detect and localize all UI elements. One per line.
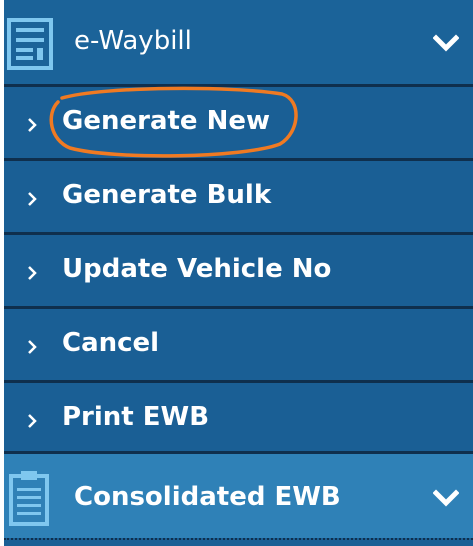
document-list-icon xyxy=(7,18,53,70)
e-waybill-menu-header[interactable]: e-Waybill xyxy=(4,0,473,84)
menu-item-generate-new[interactable]: Generate New xyxy=(4,87,473,158)
menu-item-label: Generate Bulk xyxy=(62,180,272,210)
chevron-down-icon[interactable] xyxy=(433,489,459,507)
e-waybill-title: e-Waybill xyxy=(74,26,192,56)
menu-item-cancel[interactable]: Cancel xyxy=(4,309,473,380)
menu-item-print-ewb[interactable]: Print EWB xyxy=(4,383,473,454)
menu-item-label: Print EWB xyxy=(62,402,210,432)
menu-item-label: Update Vehicle No xyxy=(62,254,332,284)
chevron-down-icon[interactable] xyxy=(433,34,459,52)
menu-item-update-vehicle-no[interactable]: Update Vehicle No xyxy=(4,235,473,306)
clipboard-icon xyxy=(9,471,49,526)
chevron-right-icon xyxy=(28,266,37,280)
menu-bottom-divider xyxy=(4,538,473,546)
chevron-right-icon xyxy=(28,192,37,206)
chevron-right-icon xyxy=(28,118,37,132)
menu-item-label: Cancel xyxy=(62,328,160,358)
consolidated-ewb-menu-header[interactable]: Consolidated EWB xyxy=(4,454,473,538)
sidebar-menu: e-Waybill Generate New Generate Bulk Upd… xyxy=(4,0,473,546)
menu-item-generate-bulk[interactable]: Generate Bulk xyxy=(4,161,473,232)
chevron-right-icon xyxy=(28,414,37,428)
consolidated-ewb-title: Consolidated EWB xyxy=(74,482,341,512)
menu-item-label: Generate New xyxy=(62,106,271,136)
chevron-right-icon xyxy=(28,340,37,354)
